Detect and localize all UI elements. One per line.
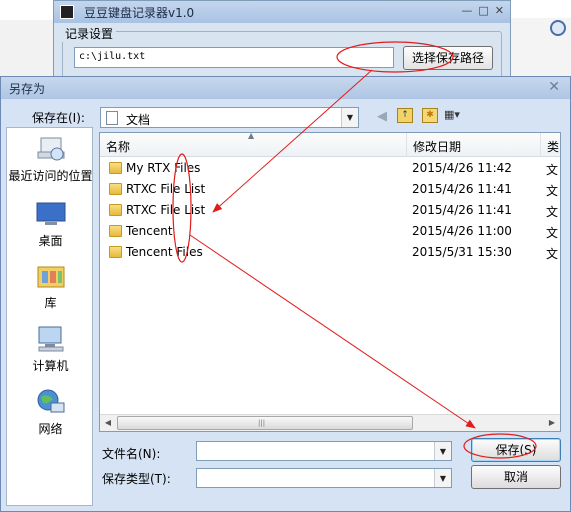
scrollbar-thumb[interactable]: ||| <box>117 416 413 430</box>
file-type: 文 <box>546 184 559 198</box>
folder-icon <box>109 183 122 195</box>
filetype-select[interactable]: ▼ <box>196 468 452 488</box>
choose-save-path-button[interactable]: 选择保存路径 <box>403 46 493 70</box>
look-in-label: 保存在(I): <box>32 111 85 125</box>
recent-places-icon <box>37 137 64 161</box>
column-header-type[interactable]: 类 <box>541 133 562 157</box>
background-circle-icon <box>550 20 566 36</box>
network-icon <box>37 389 64 413</box>
up-folder-icon[interactable]: ↑ <box>397 108 413 123</box>
file-date: 2015/4/26 11:41 <box>412 182 512 196</box>
folder-icon <box>109 246 122 258</box>
horizontal-scrollbar[interactable]: ◀ ||| ▶ <box>100 414 560 431</box>
place-label: 桌面 <box>38 234 63 248</box>
back-arrow-icon[interactable]: ◀ <box>377 109 387 124</box>
file-type: 文 <box>546 163 559 177</box>
file-type: 文 <box>546 205 559 219</box>
new-folder-icon[interactable]: ✱ <box>422 108 438 123</box>
folder-icon <box>109 225 122 237</box>
app-icon <box>60 5 74 19</box>
background-app-area <box>0 20 53 80</box>
save-button[interactable]: 保存(S) <box>471 438 561 462</box>
place-label: 最近访问的位置 <box>8 169 93 183</box>
file-type: 文 <box>546 247 559 261</box>
maximize-icon[interactable]: □ <box>478 4 488 17</box>
column-header-date[interactable]: 修改日期 <box>407 133 541 157</box>
view-menu-icon[interactable]: ▦▾ <box>444 108 472 123</box>
place-computer[interactable]: 计算机 <box>7 324 94 374</box>
window-controls: — □ ✕ <box>461 4 504 17</box>
column-header-name[interactable]: 名称 ▲ <box>100 131 407 157</box>
folder-icon <box>109 204 122 216</box>
place-library[interactable]: 库 <box>7 261 94 311</box>
place-label: 网络 <box>38 422 63 436</box>
file-name: Tencent <box>126 224 173 238</box>
file-name: RTXC File List <box>126 182 206 196</box>
keylogger-title: 豆豆键盘记录器v1.0 <box>84 5 195 20</box>
computer-icon <box>38 326 63 352</box>
chevron-down-icon[interactable]: ▼ <box>341 108 358 127</box>
settings-group-label: 记录设置 <box>62 25 117 42</box>
keylogger-window: 豆豆键盘记录器v1.0 — □ ✕ 记录设置 c:\jilu.txt 选择保存路… <box>53 0 511 80</box>
folder-icon <box>109 162 122 174</box>
place-label: 计算机 <box>32 359 69 373</box>
file-list[interactable]: 名称 ▲ 修改日期 类 My RTX Files 2015/4/26 11:42… <box>99 131 562 432</box>
chevron-down-icon[interactable]: ▼ <box>434 442 451 460</box>
file-date: 2015/5/31 15:30 <box>412 245 512 259</box>
place-desktop[interactable]: 桌面 <box>7 199 94 249</box>
scroll-left-icon[interactable]: ◀ <box>100 415 116 431</box>
chevron-down-icon[interactable]: ▼ <box>434 469 451 487</box>
file-date: 2015/4/26 11:42 <box>412 161 512 175</box>
place-label: 库 <box>44 296 57 310</box>
file-name: My RTX Files <box>126 161 201 175</box>
scroll-right-icon[interactable]: ▶ <box>544 415 560 431</box>
place-recent[interactable]: 最近访问的位置 <box>7 134 94 184</box>
file-name: Tencent Files <box>126 245 203 259</box>
look-in-select[interactable]: 文档 ▼ <box>100 107 359 128</box>
filename-input[interactable]: ▼ <box>196 441 452 461</box>
file-row[interactable]: Tencent Files 2015/5/31 15:30 文 <box>100 242 560 263</box>
place-network[interactable]: 网络 <box>7 387 94 437</box>
grip-icon: ||| <box>258 419 266 427</box>
file-row[interactable]: Tencent 2015/4/26 11:00 文 <box>100 221 560 242</box>
file-date: 2015/4/26 11:41 <box>412 203 512 217</box>
file-list-header: 名称 ▲ 修改日期 类 <box>100 131 562 157</box>
library-icon <box>37 266 64 288</box>
file-date: 2015/4/26 11:00 <box>412 224 512 238</box>
file-row[interactable]: RTXC File List 2015/4/26 11:41 文 <box>100 200 560 221</box>
keylogger-titlebar: 豆豆键盘记录器v1.0 — □ ✕ <box>54 1 510 23</box>
document-icon <box>106 111 118 125</box>
file-row[interactable]: RTXC File List 2015/4/26 11:41 文 <box>100 179 560 200</box>
record-path-input[interactable]: c:\jilu.txt <box>74 47 394 68</box>
look-in-value: 文档 <box>126 113 151 127</box>
cancel-button[interactable]: 取消 <box>471 465 561 489</box>
dialog-title: 另存为 <box>9 82 46 96</box>
save-as-dialog: 另存为 ✕ 保存在(I): 文档 ▼ ◀ ↑ ✱ ▦▾ 最近访问的位置 桌面 库… <box>0 76 571 512</box>
filename-label: 文件名(N): <box>102 447 161 461</box>
file-name: RTXC File List <box>126 203 206 217</box>
sort-caret-icon: ▲ <box>248 131 255 140</box>
file-type: 文 <box>546 226 559 240</box>
dialog-close-icon[interactable]: ✕ <box>548 79 560 95</box>
places-bar: 最近访问的位置 桌面 库 计算机 网络 <box>6 127 93 506</box>
minimize-icon[interactable]: — <box>461 4 472 17</box>
filetype-label: 保存类型(T): <box>102 472 171 486</box>
close-icon[interactable]: ✕ <box>495 4 504 17</box>
desktop-icon <box>36 202 65 225</box>
file-row[interactable]: My RTX Files 2015/4/26 11:42 文 <box>100 158 560 179</box>
dialog-titlebar: 另存为 ✕ <box>1 77 570 99</box>
